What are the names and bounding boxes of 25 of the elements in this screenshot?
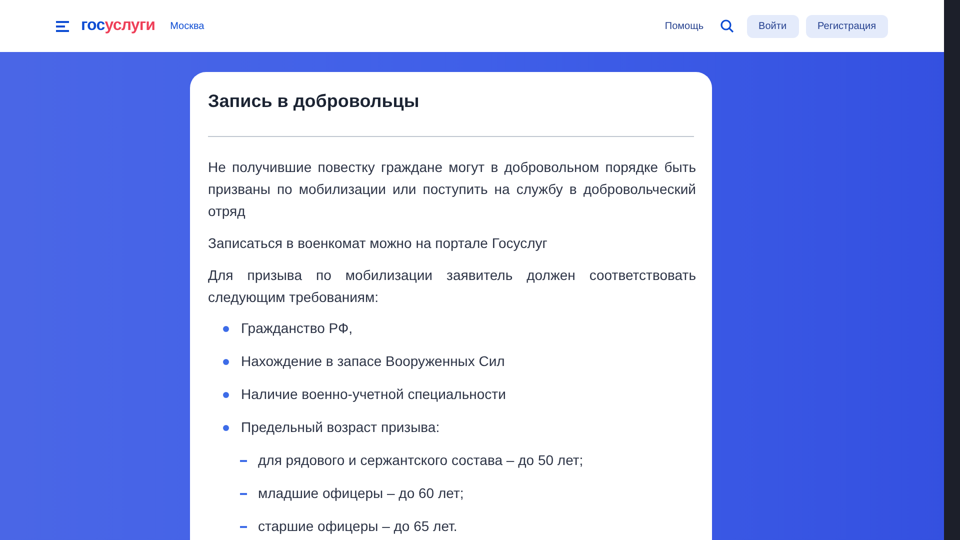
region-link[interactable]: Москва [170,18,204,34]
dash-icon [240,460,247,462]
help-link[interactable]: Помощь [664,18,704,34]
list-item: старшие офицеры – до 65 лет. [258,517,458,536]
bullet-icon [223,424,229,430]
paragraph: Для призыва по мобилизации заявитель должен соответствовать следующим требованиям: [208,266,696,307]
logo[interactable]: госуслуги [81,14,156,38]
login-button[interactable]: Войти [746,14,799,38]
card-title: Запись в добровольцы [208,90,420,113]
register-button[interactable]: Регистрация [806,14,888,38]
list-item: Наличие военно-учетной специальности [241,385,506,404]
list-item: Гражданство РФ, [241,319,353,338]
list-item: для рядового и сержантского состава – до 50 лет; [258,451,584,470]
bullet-icon [223,392,229,398]
menu-icon[interactable] [56,20,70,32]
dash-icon [240,492,247,494]
list-item: Нахождение в запасе Вооруженных Сил [241,352,505,371]
bullet-icon [223,358,229,364]
paragraph: Записаться в военкомат можно на портале Госуслуг [208,234,548,253]
search-icon[interactable] [720,19,734,33]
dash-icon [240,526,247,528]
bullet-icon [223,326,229,332]
paragraph: Не получившие повестку граждане могут в добровольном порядке быть призваны по мобилизации или поступить на службу в добровольческий отряд [208,158,696,221]
list-item: младшие офицеры – до 60 лет; [258,484,464,503]
list-item: Предельный возраст призыва: [241,418,440,437]
